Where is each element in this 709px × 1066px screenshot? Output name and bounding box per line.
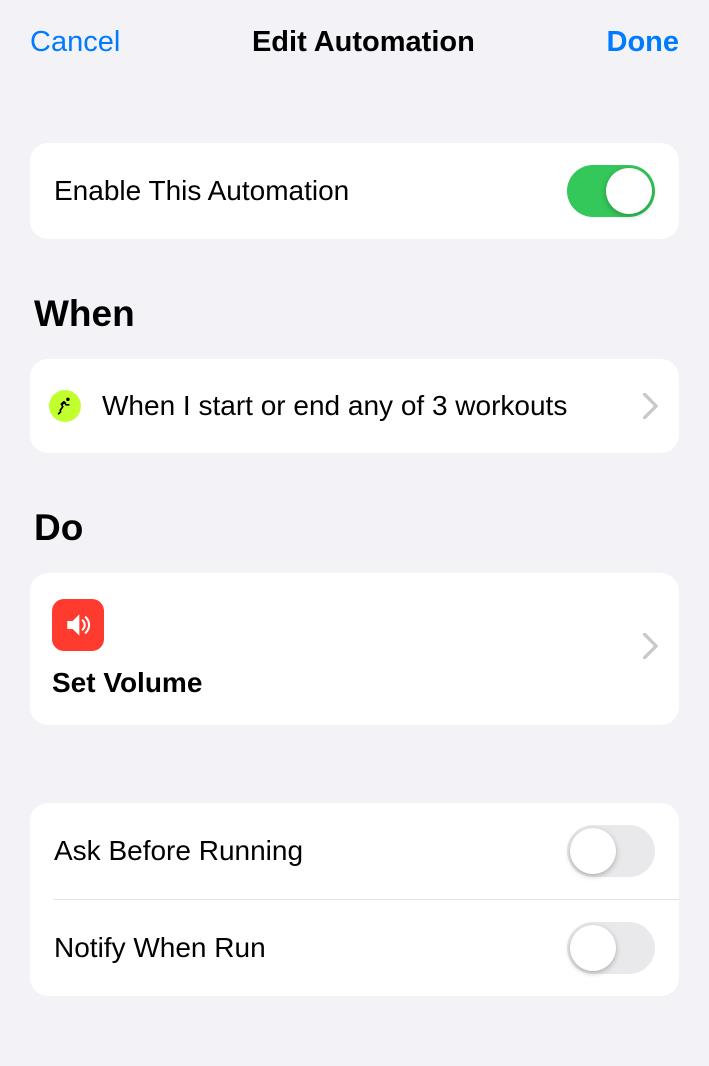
running-icon	[49, 390, 81, 422]
enable-card: Enable This Automation	[30, 143, 679, 239]
notify-when-run-label: Notify When Run	[54, 932, 567, 964]
action-title: Set Volume	[52, 667, 637, 699]
chevron-right-icon	[643, 633, 659, 659]
chevron-right-icon	[643, 393, 659, 419]
trigger-text: When I start or end any of 3 workouts	[102, 387, 643, 425]
done-button[interactable]: Done	[607, 26, 680, 59]
trigger-card[interactable]: When I start or end any of 3 workouts	[30, 359, 679, 453]
ask-before-running-label: Ask Before Running	[54, 835, 567, 867]
options-card: Ask Before Running Notify When Run	[30, 803, 679, 996]
action-card[interactable]: Set Volume	[30, 573, 679, 725]
page-title: Edit Automation	[120, 26, 606, 59]
speaker-icon	[52, 599, 104, 651]
when-section-title: When	[34, 293, 675, 335]
ask-before-running-toggle[interactable]	[567, 825, 655, 877]
enable-automation-toggle[interactable]	[567, 165, 655, 217]
enable-automation-label: Enable This Automation	[54, 175, 567, 207]
header: Cancel Edit Automation Done	[0, 0, 709, 85]
cancel-button[interactable]: Cancel	[30, 26, 120, 59]
notify-when-run-toggle[interactable]	[567, 922, 655, 974]
do-section-title: Do	[34, 507, 675, 549]
